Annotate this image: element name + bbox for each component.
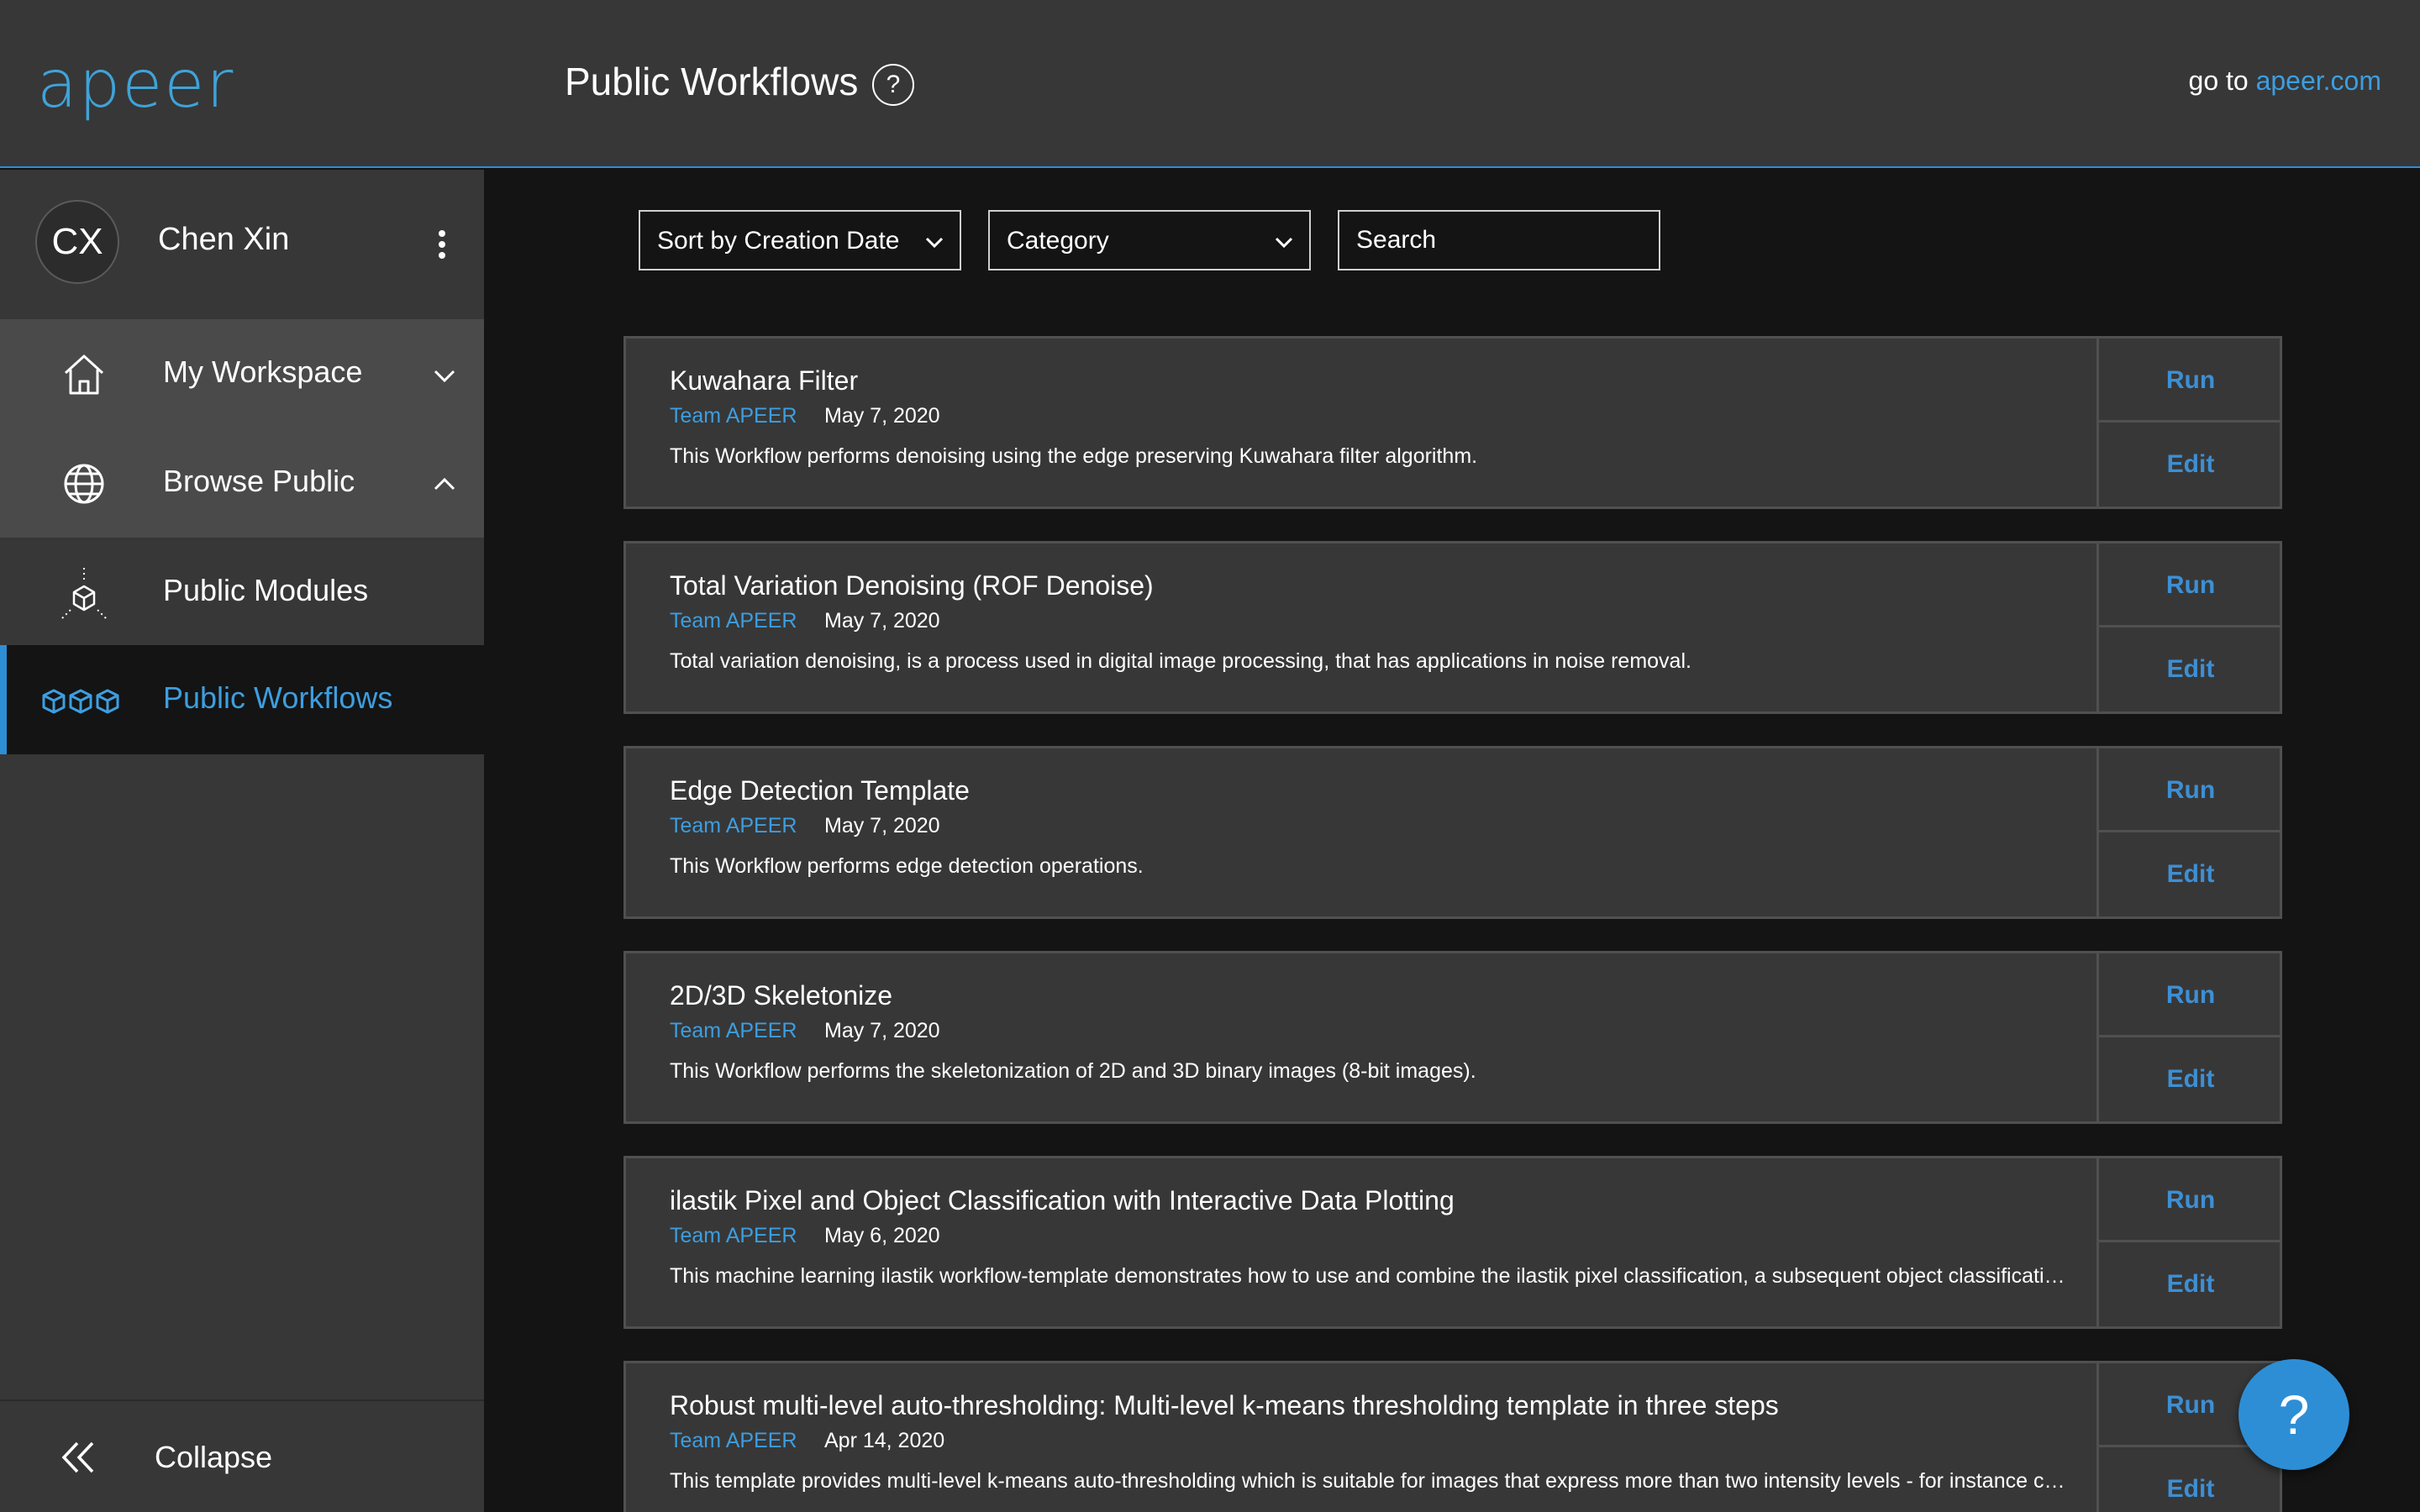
sidebar-item-label: Public Modules (163, 573, 369, 607)
sort-select[interactable]: Sort by Creation Date (639, 210, 961, 270)
run-button[interactable]: Run (2099, 953, 2282, 1037)
edit-button[interactable]: Edit (2099, 1242, 2282, 1326)
sidebar-item-label: My Workspace (163, 354, 363, 389)
help-icon[interactable]: ? (872, 64, 914, 106)
workflow-description: This machine learning ilastik workflow-t… (670, 1264, 2065, 1288)
workflow-author[interactable]: Team APEER (670, 1224, 797, 1248)
workflow-author[interactable]: Team APEER (670, 404, 797, 428)
workflow-actions: Run Edit (2096, 339, 2282, 507)
chevron-down-icon (925, 237, 944, 249)
sidebar-item-public-modules[interactable]: Public Modules (0, 538, 484, 647)
workflow-actions: Run Edit (2096, 543, 2282, 711)
workflow-actions: Run Edit (2096, 953, 2282, 1121)
active-indicator (0, 645, 7, 754)
page-title: Public Workflows (565, 60, 859, 103)
avatar[interactable]: CX (35, 200, 119, 284)
workflow-card-body[interactable]: ilastik Pixel and Object Classification … (626, 1158, 2096, 1326)
workflow-card: 2D/3D Skeletonize Team APEER May 7, 2020… (623, 951, 2282, 1124)
sidebar-item-public-workflows[interactable]: Public Workflows (0, 645, 484, 754)
category-select-value: Category (1007, 227, 1109, 255)
category-select[interactable]: Category (988, 210, 1311, 270)
workflow-card: Robust multi-level auto-thresholding: Mu… (623, 1361, 2282, 1512)
apeer-com-link[interactable]: apeer.com (2256, 66, 2381, 96)
workflow-title[interactable]: Robust multi-level auto-thresholding: Mu… (670, 1390, 1779, 1421)
top-header: apeer Public Workflows ? go to apeer.com (0, 0, 2420, 168)
more-options-icon[interactable] (434, 230, 450, 264)
workflow-date: May 6, 2020 (824, 1224, 940, 1247)
workflow-card: Edge Detection Template Team APEER May 7… (623, 746, 2282, 919)
workflow-description: This Workflow performs the skeletonizati… (670, 1059, 1476, 1083)
edit-button[interactable]: Edit (2099, 1037, 2282, 1121)
help-fab-button[interactable]: ? (2238, 1359, 2349, 1470)
edit-button[interactable]: Edit (2099, 627, 2282, 711)
workflow-description: This Workflow performs edge detection op… (670, 854, 1144, 878)
workflow-card-body[interactable]: Total Variation Denoising (ROF Denoise) … (626, 543, 2096, 711)
workflow-title[interactable]: 2D/3D Skeletonize (670, 980, 892, 1011)
double-chevron-left-icon (61, 1441, 94, 1473)
workflow-card-body[interactable]: Kuwahara Filter Team APEER May 7, 2020 T… (626, 339, 2096, 507)
workflow-author[interactable]: Team APEER (670, 1019, 797, 1043)
workflow-author[interactable]: Team APEER (670, 609, 797, 633)
user-name: Chen Xin (158, 222, 290, 257)
cube-icon (61, 568, 107, 619)
workflow-title[interactable]: Kuwahara Filter (670, 365, 858, 396)
globe-icon (64, 464, 104, 504)
search-input[interactable] (1338, 210, 1660, 270)
collapse-button[interactable]: Collapse (0, 1399, 484, 1512)
workflow-title[interactable]: Edge Detection Template (670, 775, 970, 806)
workflow-description: Total variation denoising, is a process … (670, 649, 1691, 673)
workflow-card: Total Variation Denoising (ROF Denoise) … (623, 541, 2282, 714)
workflow-cubes-icon (42, 689, 119, 714)
workflow-actions: Run Edit (2096, 1158, 2282, 1326)
run-button[interactable]: Run (2099, 339, 2282, 423)
chevron-down-icon[interactable] (430, 361, 459, 390)
chevron-down-icon (1275, 237, 1293, 249)
workflow-title[interactable]: ilastik Pixel and Object Classification … (670, 1185, 1455, 1216)
apeer-logo[interactable]: apeer (37, 47, 234, 123)
edit-button[interactable]: Edit (2099, 1447, 2282, 1512)
sort-select-value: Sort by Creation Date (657, 227, 900, 255)
workflow-author[interactable]: Team APEER (670, 1429, 797, 1453)
run-button[interactable]: Run (2099, 748, 2282, 832)
sidebar-item-browse-public[interactable]: Browse Public (0, 428, 484, 538)
workflow-description: This template provides multi-level k-mea… (670, 1469, 2065, 1493)
workflow-date: May 7, 2020 (824, 404, 940, 428)
sidebar: CX Chen Xin My Workspace Browse Public P… (0, 170, 484, 1512)
edit-button[interactable]: Edit (2099, 832, 2282, 916)
workflow-date: Apr 14, 2020 (824, 1429, 945, 1452)
goto-text: go to apeer.com (2189, 66, 2381, 97)
goto-prefix: go to (2188, 66, 2256, 96)
run-button[interactable]: Run (2099, 543, 2282, 627)
collapse-label: Collapse (155, 1440, 273, 1474)
sidebar-item-label: Public Workflows (163, 680, 393, 715)
workflow-author[interactable]: Team APEER (670, 814, 797, 838)
workflow-actions: Run Edit (2096, 748, 2282, 916)
run-button[interactable]: Run (2099, 1158, 2282, 1242)
workflow-date: May 7, 2020 (824, 814, 940, 837)
workflow-title[interactable]: Total Variation Denoising (ROF Denoise) (670, 570, 1154, 601)
workflow-date: May 7, 2020 (824, 609, 940, 633)
sidebar-item-my-workspace[interactable]: My Workspace (0, 319, 484, 428)
sidebar-item-label: Browse Public (163, 464, 355, 498)
workflow-date: May 7, 2020 (824, 1019, 940, 1042)
workflow-card: ilastik Pixel and Object Classification … (623, 1156, 2282, 1329)
workflow-card-body[interactable]: 2D/3D Skeletonize Team APEER May 7, 2020… (626, 953, 2096, 1121)
user-profile: CX Chen Xin (0, 170, 484, 319)
workflow-card: Kuwahara Filter Team APEER May 7, 2020 T… (623, 336, 2282, 509)
chevron-up-icon[interactable] (430, 470, 459, 499)
workflow-card-body[interactable]: Robust multi-level auto-thresholding: Mu… (626, 1363, 2096, 1512)
edit-button[interactable]: Edit (2099, 423, 2282, 507)
home-icon (64, 354, 104, 395)
workflow-card-body[interactable]: Edge Detection Template Team APEER May 7… (626, 748, 2096, 916)
workflow-description: This Workflow performs denoising using t… (670, 444, 1478, 468)
